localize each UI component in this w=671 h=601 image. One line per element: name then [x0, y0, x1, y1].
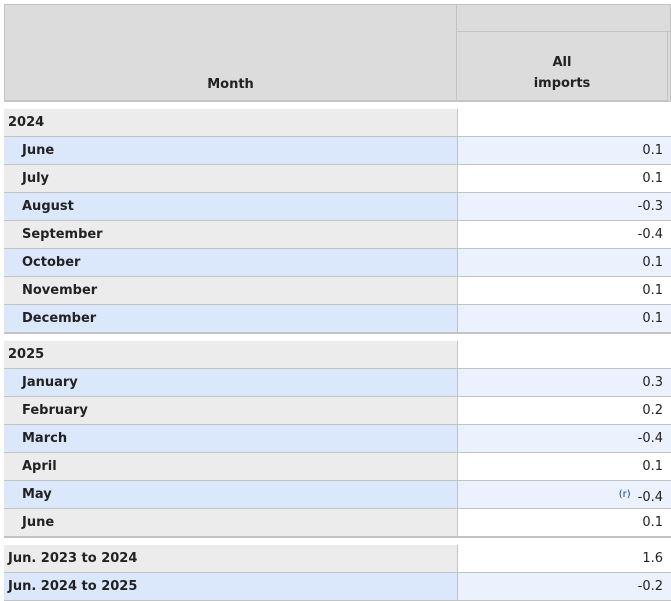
- value-cell: 0.1: [457, 249, 671, 277]
- year-value-cell: [457, 341, 671, 369]
- month-cell: June: [4, 137, 457, 165]
- year-row: 2024: [4, 109, 671, 137]
- month-column-header: Month: [4, 4, 457, 101]
- month-cell: February: [4, 397, 457, 425]
- month-cell: November: [4, 277, 457, 305]
- column-header-line2: imports: [533, 76, 591, 91]
- table-row: September -0.4: [4, 221, 671, 249]
- table-row: May (r) -0.4: [4, 481, 671, 509]
- table-row: June 0.1: [4, 137, 671, 165]
- year-row: 2025: [4, 341, 671, 369]
- table-row: November 0.1: [4, 277, 671, 305]
- table-row: January 0.3: [4, 369, 671, 397]
- table-row: April 0.1: [4, 453, 671, 481]
- month-cell: September: [4, 221, 457, 249]
- summary-value: 1.6: [457, 545, 671, 573]
- month-header-label: Month: [207, 77, 254, 92]
- header-spacer: [4, 101, 671, 109]
- year-label: 2025: [4, 341, 457, 369]
- month-cell: May: [4, 481, 457, 509]
- value-cell: -0.3: [457, 193, 671, 221]
- table-header: Month All imports: [4, 4, 671, 101]
- summary-row: Jun. 2023 to 2024 1.6: [4, 545, 671, 573]
- revised-note-link[interactable]: (r): [619, 489, 631, 500]
- month-cell: June: [4, 509, 457, 537]
- all-imports-column-header: All imports: [457, 32, 668, 101]
- value-cell: 0.1: [457, 509, 671, 537]
- summary-spacer: [4, 537, 671, 545]
- month-cell: December: [4, 305, 457, 333]
- table-row: August -0.3: [4, 193, 671, 221]
- value-cell: 0.1: [457, 305, 671, 333]
- table-row: October 0.1: [4, 249, 671, 277]
- table-row: December 0.1: [4, 305, 671, 333]
- summary-row: Jun. 2024 to 2025 -0.2: [4, 573, 671, 601]
- value-cell: (r) -0.4: [457, 481, 671, 509]
- summary-label: Jun. 2024 to 2025: [4, 573, 457, 601]
- summary-label: Jun. 2023 to 2024: [4, 545, 457, 573]
- value-cell: 0.3: [457, 369, 671, 397]
- value-cell: 0.1: [457, 165, 671, 193]
- month-cell: January: [4, 369, 457, 397]
- value-cell: 0.1: [457, 137, 671, 165]
- value-cell: -0.4: [457, 221, 671, 249]
- table-row: March -0.4: [4, 425, 671, 453]
- table-row: June 0.1: [4, 509, 671, 537]
- value-cell: 0.1: [457, 277, 671, 305]
- column-group-header: [457, 4, 671, 32]
- month-cell: October: [4, 249, 457, 277]
- group-spacer: [4, 333, 671, 341]
- table-row: July 0.1: [4, 165, 671, 193]
- month-cell: March: [4, 425, 457, 453]
- summary-value: -0.2: [457, 573, 671, 601]
- month-cell: July: [4, 165, 457, 193]
- month-cell: August: [4, 193, 457, 221]
- value-text: -0.4: [637, 490, 663, 505]
- table-row: February 0.2: [4, 397, 671, 425]
- column-header-line1: All: [552, 55, 572, 70]
- year-label: 2024: [4, 109, 457, 137]
- value-cell: -0.4: [457, 425, 671, 453]
- year-value-cell: [457, 109, 671, 137]
- month-cell: April: [4, 453, 457, 481]
- value-cell: 0.2: [457, 397, 671, 425]
- value-cell: 0.1: [457, 453, 671, 481]
- data-table: Month All imports 2024 June 0.1 July 0.1…: [0, 0, 671, 601]
